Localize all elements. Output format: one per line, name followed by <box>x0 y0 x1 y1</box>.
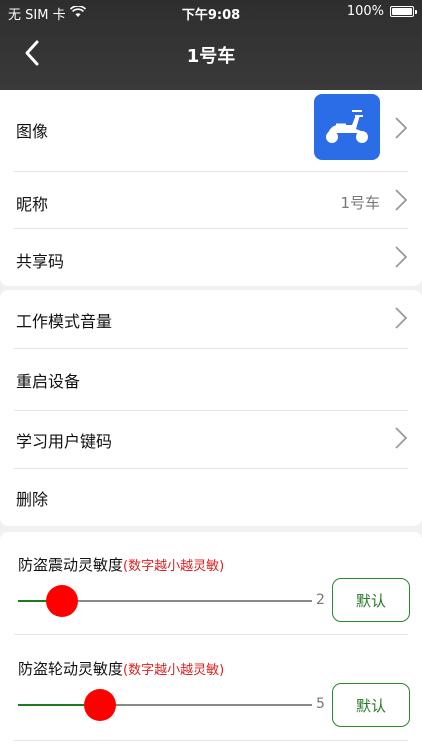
work-mode-volume-label: 工作模式音量 <box>16 312 113 331</box>
wheel-sensitivity-slider[interactable] <box>18 689 312 721</box>
wheel-sensitivity-label: 防盗轮动灵敏度 <box>18 660 124 678</box>
sensitivity-hint: (数字越小越灵敏) <box>123 663 225 678</box>
slider-thumb[interactable] <box>46 585 79 617</box>
image-label: 图像 <box>16 122 49 141</box>
share-code-label: 共享码 <box>16 252 65 271</box>
divider <box>14 634 408 635</box>
chevron-right-icon <box>394 188 408 216</box>
nickname-label: 昵称 <box>16 195 49 214</box>
chevron-right-icon <box>394 245 408 273</box>
restart-device-row[interactable]: 重启设备 <box>14 349 408 410</box>
scooter-icon <box>326 110 368 143</box>
top-bar: 无 SIM 卡 下午9:08 100% 1号车 <box>0 0 422 90</box>
vibration-sensitivity-slider[interactable] <box>18 585 312 617</box>
vibration-default-button[interactable]: 默认 <box>332 578 410 622</box>
page-title: 1号车 <box>186 46 236 67</box>
image-row[interactable]: 图像 <box>14 94 408 160</box>
wheel-sensitivity-value: 5 <box>316 696 325 712</box>
wheel-default-button[interactable]: 默认 <box>332 683 410 727</box>
avatar[interactable] <box>314 94 380 160</box>
chevron-right-icon <box>394 116 408 144</box>
slider-thumb[interactable] <box>84 689 117 721</box>
chevron-right-icon <box>394 306 408 334</box>
sensitivity-card: 防盗震动灵敏度(数字越小越灵敏) 2 默认 防盗轮动灵敏度(数字越小越灵敏) 5… <box>0 532 422 750</box>
chevron-right-icon <box>394 426 408 454</box>
wheel-sensitivity-title: 防盗轮动灵敏度(数字越小越灵敏) <box>18 658 224 679</box>
battery-icon <box>390 6 417 17</box>
battery-percent: 100% <box>346 4 384 19</box>
status-bar: 无 SIM 卡 下午9:08 100% <box>0 0 422 24</box>
vibration-sensitivity-value: 2 <box>316 592 325 608</box>
learn-user-key-label: 学习用户键码 <box>16 432 113 451</box>
delete-row[interactable]: 删除 <box>14 469 408 526</box>
device-card: 图像 昵称 1号车 共享码 <box>0 90 422 286</box>
nickname-value: 1号车 <box>340 194 380 212</box>
nickname-row[interactable]: 昵称 1号车 <box>14 172 408 228</box>
delete-label: 删除 <box>16 490 49 509</box>
work-mode-volume-row[interactable]: 工作模式音量 <box>14 290 408 348</box>
vibration-sensitivity-title: 防盗震动灵敏度(数字越小越灵敏) <box>18 554 224 575</box>
learn-user-key-row[interactable]: 学习用户键码 <box>14 411 408 468</box>
divider <box>14 740 408 741</box>
sensitivity-hint: (数字越小越灵敏) <box>123 559 225 574</box>
restart-device-label: 重启设备 <box>16 372 81 391</box>
vibration-sensitivity-label: 防盗震动灵敏度 <box>18 556 124 574</box>
share-code-row[interactable]: 共享码 <box>14 229 408 285</box>
settings-card: 工作模式音量 重启设备 学习用户键码 删除 <box>0 290 422 526</box>
